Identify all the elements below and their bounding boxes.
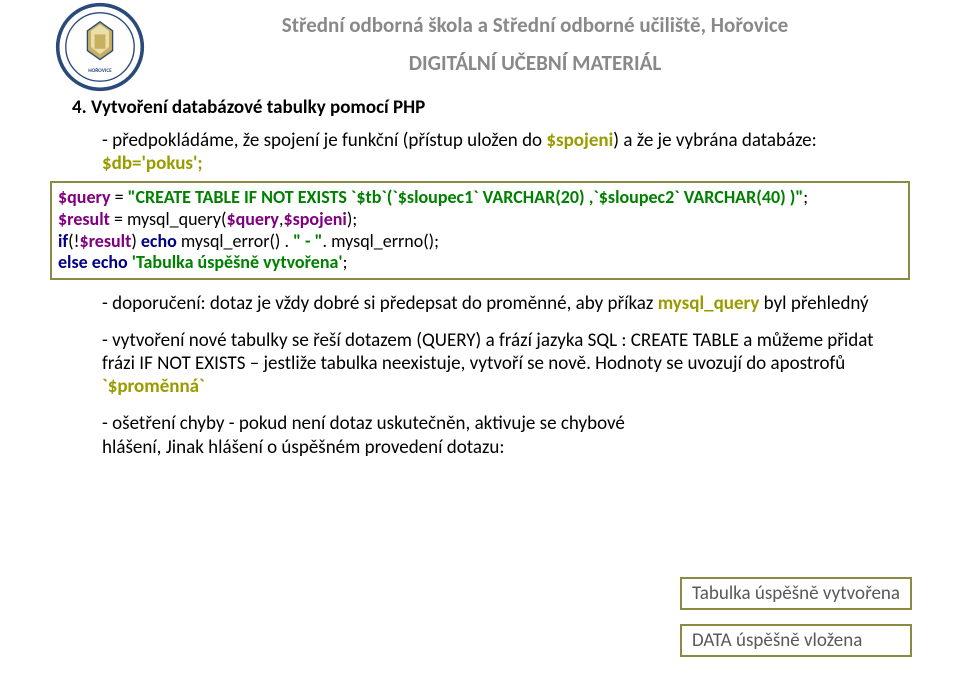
result-box-data: DATA úspěšně vložena	[680, 624, 912, 657]
code-token: " - "	[293, 230, 322, 252]
code-line-4: else echo 'Tabulka úspěšně vytvořena';	[58, 252, 902, 274]
code-token: 'Tabulka úspěšně vytvořena'	[132, 251, 343, 273]
text: - vytvoření nové tabulky se řeší dotazem…	[102, 329, 874, 375]
code-var-db: $db='pokus';	[102, 152, 203, 175]
code-line-1: $query = "CREATE TABLE IF NOT EXISTS `$t…	[58, 187, 902, 209]
paragraph-create-table: - vytvoření nové tabulky se řeší dotazem…	[102, 329, 900, 399]
code-token: ;	[803, 186, 808, 208]
code-var-spojeni: $spojeni	[546, 129, 613, 152]
code-token: = mysql_query(	[110, 208, 227, 230]
code-var-promenna: `$proměnná`	[102, 375, 205, 398]
result-boxes: Tabulka úspěšně vytvořena DATA úspěšně v…	[680, 577, 912, 671]
document-subtitle: DIGITÁLNÍ UČEBNÍ MATERIÁL	[150, 50, 920, 76]
text: byl přehledný	[759, 292, 868, 315]
code-block: $query = "CREATE TABLE IF NOT EXISTS `$t…	[50, 181, 910, 279]
code-token: =	[111, 186, 128, 208]
code-token: $result	[58, 208, 110, 230]
code-token: if	[58, 230, 68, 252]
code-token: $spojeni	[283, 208, 346, 230]
paragraph-recommendation: - doporučení: dotaz je vždy dobré si pře…	[102, 292, 900, 315]
code-token: else echo	[58, 251, 132, 273]
text: - předpokládáme, že spojení je funkční (…	[102, 129, 546, 152]
document-content: 4. Vytvoření databázové tabulky pomocí P…	[0, 96, 960, 175]
result-box-tabulka: Tabulka úspěšně vytvořena	[680, 577, 912, 610]
code-line-3: if(!$result) echo mysql_error() . " - ".…	[58, 231, 902, 253]
code-token: )	[131, 230, 141, 252]
document-header: HOŘOVICE Střední odborná škola a Střední…	[0, 0, 960, 96]
code-token: echo	[141, 230, 181, 252]
text: ) a že je vybrána databáze:	[613, 129, 816, 152]
section-title: 4. Vytvoření databázové tabulky pomocí P…	[72, 96, 900, 119]
code-token: $query	[58, 186, 111, 208]
code-token: $result	[79, 230, 131, 252]
code-line-2: $result = mysql_query($query,$spojeni);	[58, 209, 902, 231]
code-token: ;	[343, 251, 348, 273]
document-content-lower: - doporučení: dotaz je vždy dobré si pře…	[0, 292, 960, 459]
paragraph-error-handling: - ošetření chyby - pokud není dotaz usku…	[102, 412, 900, 458]
text: - ošetření chyby - pokud není dotaz usku…	[102, 412, 625, 458]
text: - doporučení: dotaz je vždy dobré si pře…	[102, 292, 658, 315]
svg-text:HOŘOVICE: HOŘOVICE	[88, 66, 112, 74]
code-func-mysql-query: mysql_query	[658, 292, 760, 315]
school-logo: HOŘOVICE	[55, 2, 145, 92]
code-token: $query	[226, 208, 279, 230]
code-token: mysql_error() .	[181, 230, 293, 252]
code-token: );	[347, 208, 357, 230]
code-token: (!	[68, 230, 79, 252]
paragraph-assumptions: - předpokládáme, že spojení je funkční (…	[102, 129, 900, 175]
code-token: "CREATE TABLE IF NOT EXISTS `$tb`(`$slou…	[128, 186, 804, 208]
school-name: Střední odborná škola a Střední odborné …	[150, 12, 920, 38]
code-token: . mysql_errno();	[323, 230, 439, 252]
